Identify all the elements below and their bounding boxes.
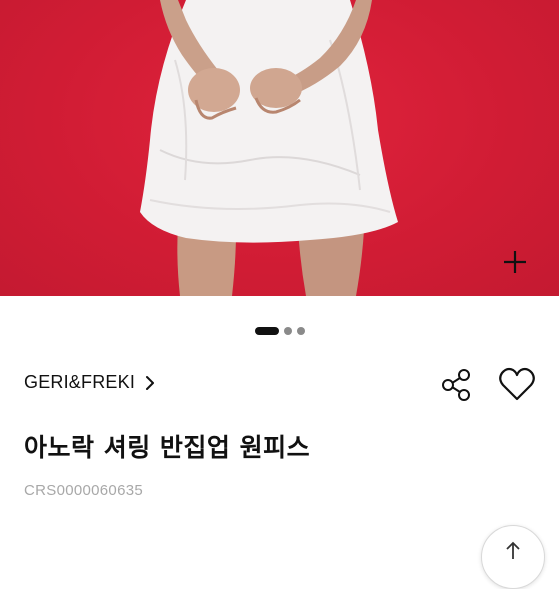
brand-name: GERI&FREKI (24, 372, 136, 392)
arrow-up-icon (506, 541, 520, 559)
zoom-image-button[interactable] (502, 249, 532, 279)
product-code: CRS0000060635 (24, 482, 143, 499)
product-title: 아노락 셔링 반집업 원피스 (24, 433, 311, 462)
plus-icon (504, 251, 526, 273)
carousel-indicator (0, 325, 559, 337)
share-button[interactable] (437, 366, 475, 404)
heart-outline-icon (499, 367, 535, 401)
brand-link[interactable]: GERI&FREKI (24, 372, 155, 393)
carousel-dot-3[interactable] (296, 327, 305, 335)
chevron-right-icon (146, 375, 155, 390)
product-photo (140, 0, 398, 296)
product-image-gallery[interactable] (0, 0, 559, 296)
wishlist-button[interactable] (496, 364, 538, 406)
carousel-dot-2[interactable] (283, 327, 292, 335)
scroll-to-top-button[interactable] (481, 525, 545, 589)
share-icon (442, 369, 470, 401)
carousel-dot-1[interactable] (254, 327, 279, 335)
